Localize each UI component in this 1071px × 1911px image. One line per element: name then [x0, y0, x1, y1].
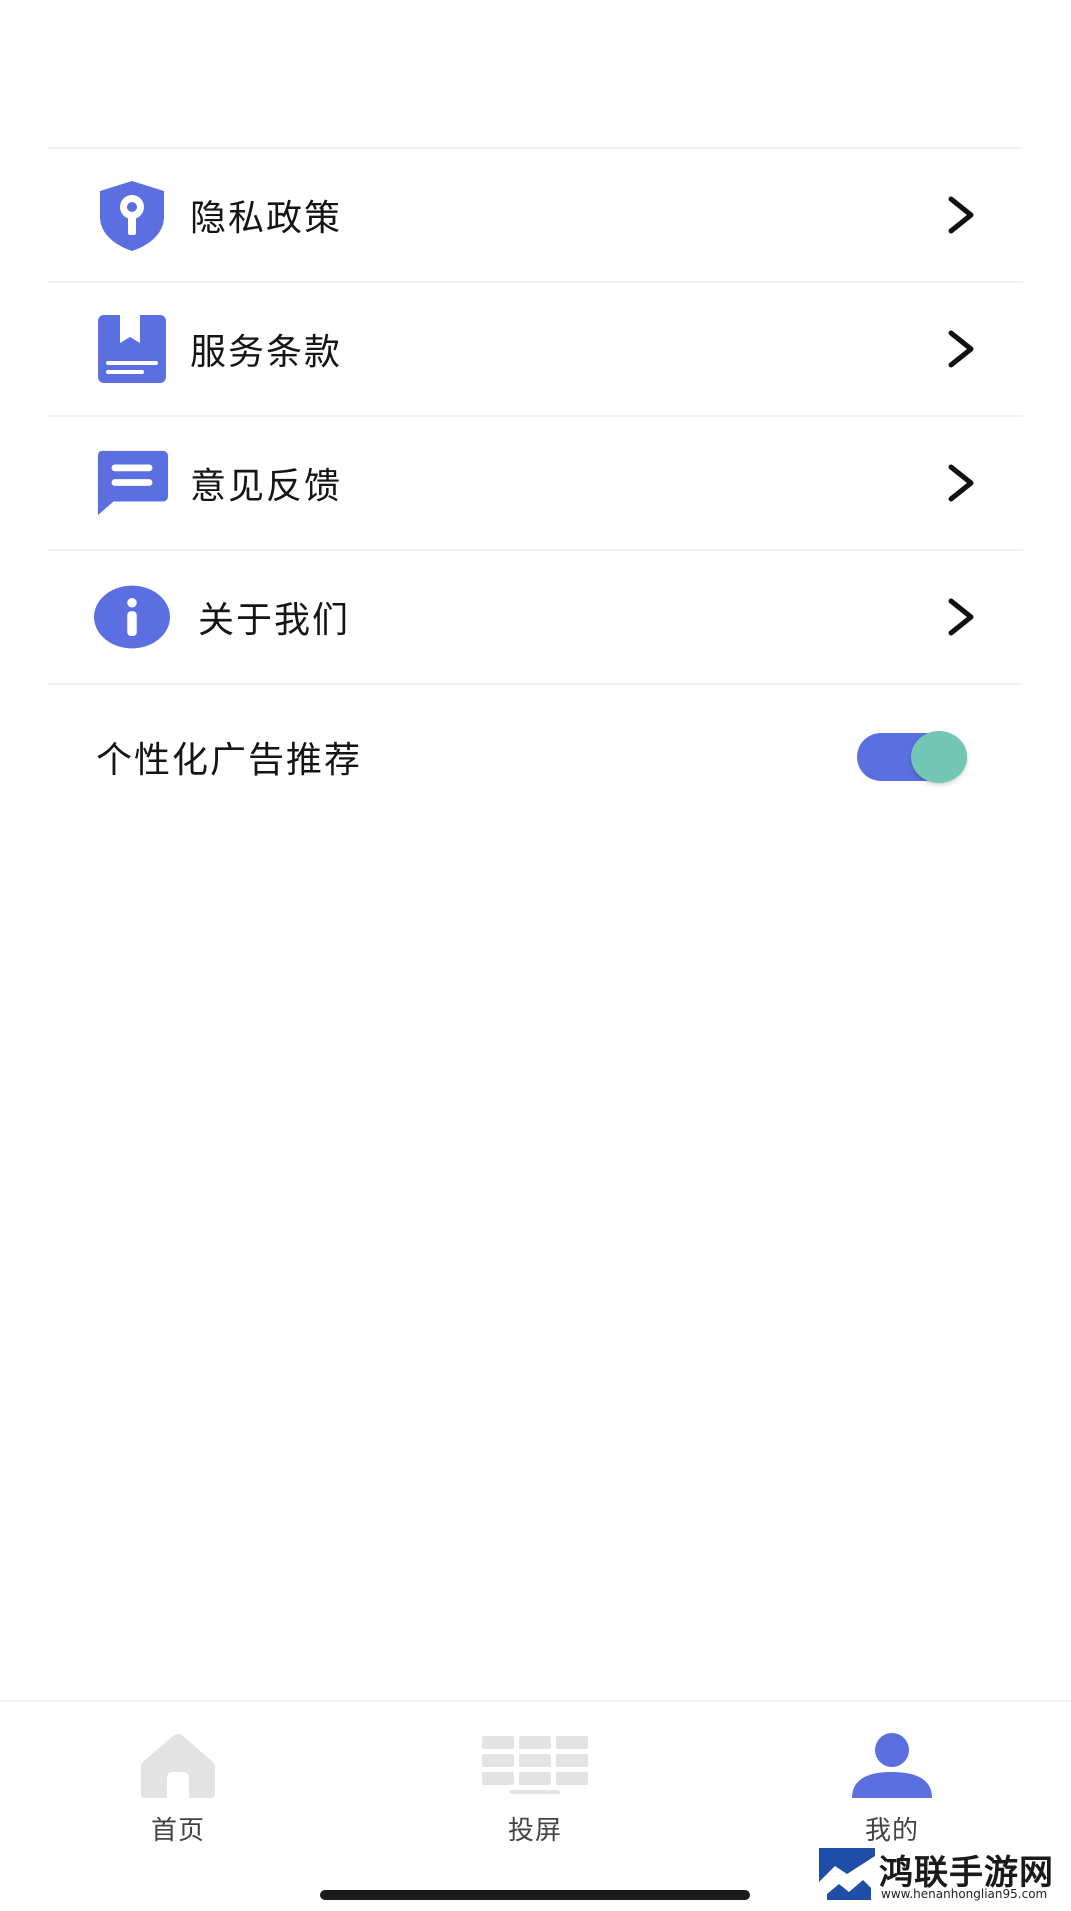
personalized-ads-toggle[interactable]	[857, 731, 967, 783]
home-indicator	[320, 1890, 750, 1900]
menu-item-about-us[interactable]: 关于我们	[48, 551, 1023, 685]
profile-screen: 隐私政策 服务条款 意见反馈 关于我们 个性化广告推荐 首页 投屏 我的 鸿联手…	[0, 0, 1071, 1911]
shield-key-icon	[94, 177, 170, 253]
watermark-url: www.henanhonglian95.com	[881, 1887, 1048, 1901]
menu-item-terms-of-service[interactable]: 服务条款	[48, 283, 1023, 417]
info-icon	[94, 579, 170, 655]
chat-bubble-icon	[94, 445, 170, 521]
chevron-right-icon	[948, 196, 974, 234]
menu-item-label: 关于我们	[198, 600, 351, 641]
tab-screen-cast[interactable]: 投屏	[455, 1732, 615, 1847]
menu-item-label: 意见反馈	[190, 466, 343, 507]
menu-item-label: 隐私政策	[190, 198, 343, 239]
personalized-ads-row: 个性化广告推荐	[48, 690, 1023, 824]
bookmark-document-icon	[94, 311, 170, 387]
home-icon	[141, 1734, 215, 1798]
chevron-right-icon	[948, 598, 974, 636]
chevron-right-icon	[948, 464, 974, 502]
watermark: 鸿联手游网 www.henanhonglian95.com	[819, 1845, 1059, 1907]
menu-item-privacy-policy[interactable]: 隐私政策	[48, 149, 1023, 283]
screen-cast-icon	[482, 1736, 588, 1794]
tab-label: 投屏	[507, 1816, 562, 1846]
toggle-knob	[911, 731, 967, 783]
menu-item-feedback[interactable]: 意见反馈	[48, 417, 1023, 551]
tab-label: 首页	[150, 1816, 205, 1846]
chevron-right-icon	[948, 330, 974, 368]
personalized-ads-label: 个性化广告推荐	[96, 740, 363, 781]
tab-mine[interactable]: 我的	[812, 1732, 972, 1847]
tab-home[interactable]: 首页	[98, 1732, 258, 1847]
user-icon	[852, 1733, 932, 1798]
watermark-logo-icon	[819, 1848, 875, 1904]
menu-item-label: 服务条款	[190, 332, 343, 373]
tab-label: 我的	[864, 1816, 919, 1846]
settings-menu: 隐私政策 服务条款 意见反馈 关于我们	[48, 147, 1023, 685]
